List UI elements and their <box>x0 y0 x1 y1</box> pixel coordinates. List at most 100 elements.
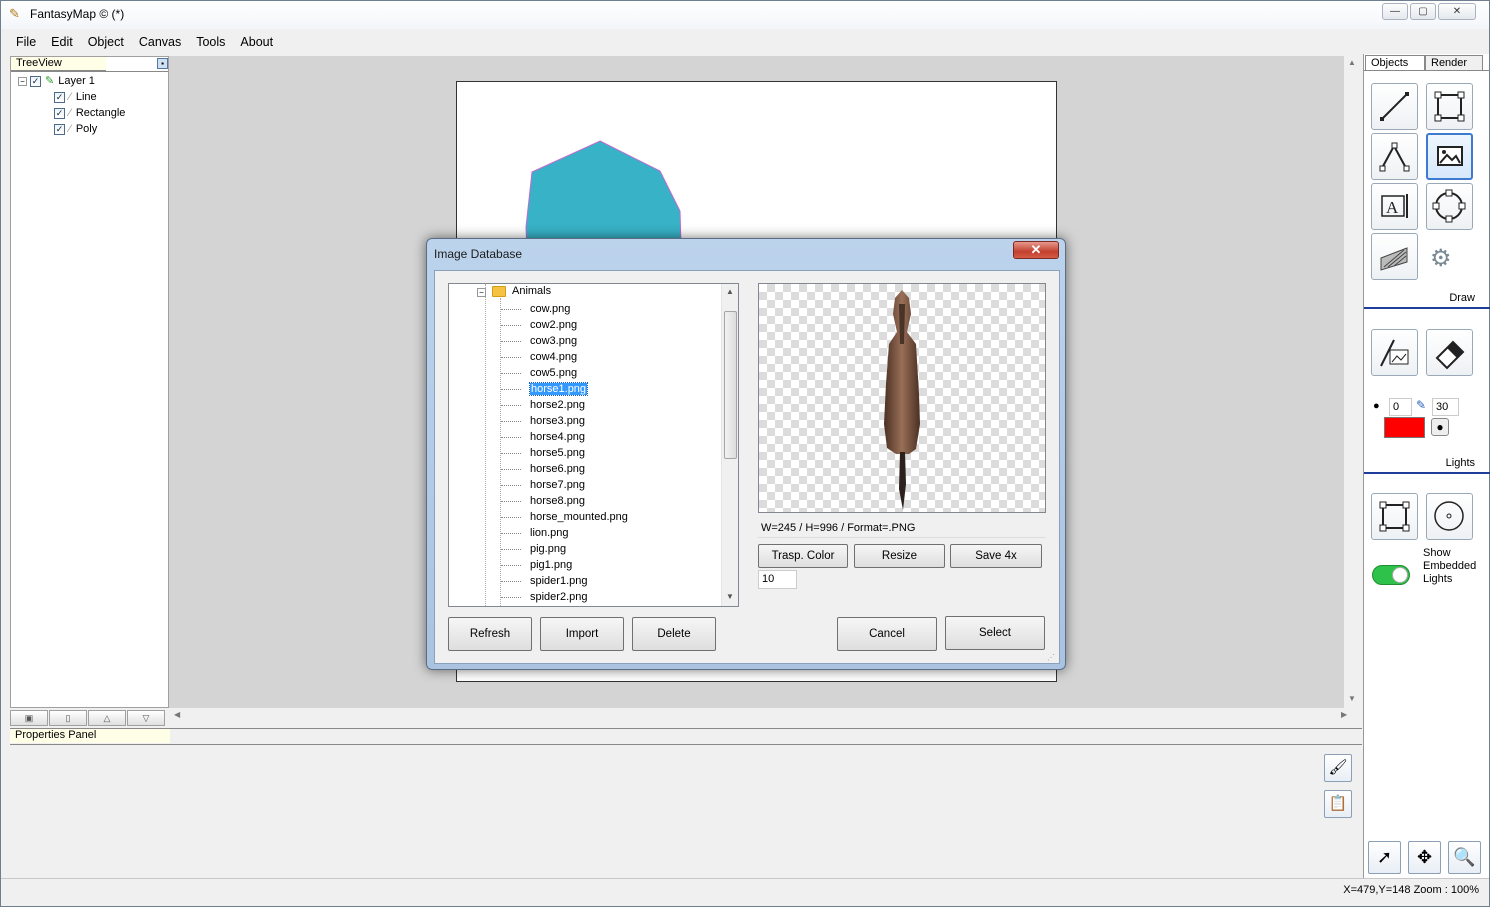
eraser-tool[interactable] <box>1426 329 1473 376</box>
image-file-item[interactable]: horse2.png <box>530 397 585 413</box>
image-file-item[interactable]: horse3.png <box>530 413 585 429</box>
image-file-item[interactable]: horse8.png <box>530 493 585 509</box>
zoom-magnifier-icon[interactable]: 🔍 <box>1448 841 1481 874</box>
image-file-item[interactable]: cow5.png <box>530 365 577 381</box>
image-file-item[interactable]: horse4.png <box>530 429 585 445</box>
folder-collapse-icon[interactable]: − <box>477 288 486 297</box>
tree-item-rectangle[interactable]: ✓ ⁄ Rectangle <box>54 105 125 121</box>
save-4x-button[interactable]: Save 4x <box>950 544 1042 568</box>
image-file-item[interactable]: cow2.png <box>530 317 577 333</box>
scroll-up-icon[interactable]: ▲ <box>1348 58 1356 67</box>
cancel-button[interactable]: Cancel <box>837 617 937 651</box>
close-window-button[interactable]: ✕ <box>1438 3 1476 20</box>
draw-poly-tool[interactable] <box>1371 133 1418 180</box>
scroll-right-icon[interactable]: ▶ <box>1341 710 1347 719</box>
tree-scroll-thumb[interactable] <box>724 311 737 459</box>
tree-item-line[interactable]: ✓ ⁄ Line <box>54 89 97 105</box>
eraser-icon <box>1435 340 1465 370</box>
brush-color-swatch[interactable] <box>1384 417 1425 438</box>
image-file-item[interactable]: cow3.png <box>530 333 577 349</box>
transparent-color-button[interactable]: Trasp. Color <box>758 544 848 568</box>
embedded-lights-toggle[interactable] <box>1372 565 1410 585</box>
tree-connector <box>501 341 521 342</box>
minimize-button[interactable]: — <box>1382 3 1408 20</box>
image-file-item[interactable]: horse5.png <box>530 445 585 461</box>
tree-dock-icon[interactable]: ▪ <box>157 58 168 69</box>
delete-button[interactable]: Delete <box>632 617 716 651</box>
pan-move-icon[interactable]: ✥ <box>1408 841 1441 874</box>
import-button[interactable]: Import <box>540 617 624 651</box>
paste-clipboard-icon[interactable]: 📋 <box>1324 790 1352 818</box>
gear-icon[interactable]: ⚙ <box>1430 244 1452 273</box>
line-checkbox[interactable]: ✓ <box>54 91 65 103</box>
paint-image-tool[interactable] <box>1371 329 1418 376</box>
image-file-item[interactable]: horse_mounted.png <box>530 509 628 525</box>
layer-props-icon[interactable]: ▯ <box>49 710 87 726</box>
canvas-vertical-scrollbar[interactable]: ▲ ▼ <box>1344 56 1361 708</box>
clear-brush-icon[interactable]: 🖌 <box>1324 754 1352 782</box>
menu-object[interactable]: Object <box>81 31 132 53</box>
refresh-button[interactable]: Refresh <box>448 617 532 651</box>
move-up-icon[interactable]: △ <box>88 710 126 726</box>
collapse-icon[interactable]: − <box>18 77 27 86</box>
light-area-tool[interactable] <box>1371 493 1418 540</box>
draw-text-tool[interactable]: A <box>1371 183 1418 230</box>
menu-edit[interactable]: Edit <box>44 31 81 53</box>
pointer-select-icon[interactable]: ➚ <box>1368 841 1401 874</box>
canvas-horizontal-scrollbar[interactable]: ◀ ▶ <box>169 708 1359 725</box>
image-file-item[interactable]: horse1.png <box>528 381 589 397</box>
resize-button[interactable]: Resize <box>854 544 945 568</box>
maximize-button[interactable]: ▢ <box>1410 3 1436 20</box>
tree-scroll-up-icon[interactable]: ▲ <box>726 287 734 296</box>
folder-label-animals[interactable]: Animals <box>512 285 551 297</box>
image-file-item[interactable]: pig.png <box>530 541 566 557</box>
select-button[interactable]: Select <box>945 616 1045 650</box>
image-database-dialog: Image Database ✕ − Animals cow.png cow2.p… <box>426 238 1066 670</box>
rectangle-checkbox[interactable]: ✓ <box>54 107 65 119</box>
tree-scroll-down-icon[interactable]: ▼ <box>726 592 734 601</box>
resize-grip-icon[interactable]: ⋰ <box>1047 653 1055 662</box>
brush-shape-button[interactable]: ● <box>1431 418 1449 436</box>
image-file-item[interactable]: horse6.png <box>530 461 585 477</box>
brush-size-field[interactable]: 0 <box>1389 398 1412 416</box>
menu-canvas[interactable]: Canvas <box>132 31 189 53</box>
image-file-item[interactable]: cow4.png <box>530 349 577 365</box>
show-embedded-lights-label: Show Embedded Lights <box>1423 547 1477 585</box>
image-file-item[interactable]: cow.png <box>530 301 570 317</box>
image-tree-scrollbar[interactable]: ▲ ▼ <box>721 284 738 606</box>
light-point-tool[interactable] <box>1426 493 1473 540</box>
tab-objects[interactable]: Objects <box>1365 55 1425 70</box>
menu-file[interactable]: File <box>9 31 44 53</box>
scroll-down-icon[interactable]: ▼ <box>1348 694 1356 703</box>
draw-line-tool[interactable] <box>1371 83 1418 130</box>
tree-item-poly[interactable]: ✓ ⁄ Poly <box>54 121 97 137</box>
move-down-icon[interactable]: ▽ <box>127 710 165 726</box>
image-file-item[interactable]: horse7.png <box>530 477 585 493</box>
toggle-knob <box>1392 567 1408 583</box>
image-tree[interactable]: − Animals cow.png cow2.png cow3.png cow4.pn… <box>448 283 739 607</box>
scroll-left-icon[interactable]: ◀ <box>174 710 180 719</box>
menu-tools[interactable]: Tools <box>189 31 233 53</box>
image-file-item[interactable]: lion.png <box>530 525 569 541</box>
tree-connector <box>501 485 521 486</box>
tab-render[interactable]: Render <box>1425 55 1483 70</box>
draw-rectangle-tool[interactable] <box>1426 83 1473 130</box>
menu-about[interactable]: About <box>233 31 281 53</box>
color-tolerance-field[interactable]: 10 <box>758 570 797 589</box>
tree-connector <box>501 389 521 390</box>
layer-checkbox[interactable]: ✓ <box>30 75 41 87</box>
draw-ellipse-tool[interactable] <box>1426 183 1473 230</box>
poly-checkbox[interactable]: ✓ <box>54 123 65 135</box>
image-file-item[interactable]: pig1.png <box>530 557 572 573</box>
properties-header: Properties Panel <box>15 729 97 741</box>
image-file-item[interactable]: spider2.png <box>530 589 588 605</box>
brush-width-field[interactable]: 30 <box>1432 398 1459 416</box>
properties-tab[interactable]: Properties Panel <box>10 729 170 743</box>
draw-image-tool[interactable] <box>1426 133 1473 180</box>
add-layer-icon[interactable]: ▣ <box>10 710 48 726</box>
tree-view-tab[interactable]: TreeView <box>11 57 106 71</box>
tree-layer-row[interactable]: − ✓ ✎ Layer 1 <box>18 73 95 89</box>
dialog-close-button[interactable]: ✕ <box>1013 241 1059 259</box>
draw-texture-tool[interactable] <box>1371 233 1418 280</box>
image-file-item[interactable]: spider1.png <box>530 573 588 589</box>
